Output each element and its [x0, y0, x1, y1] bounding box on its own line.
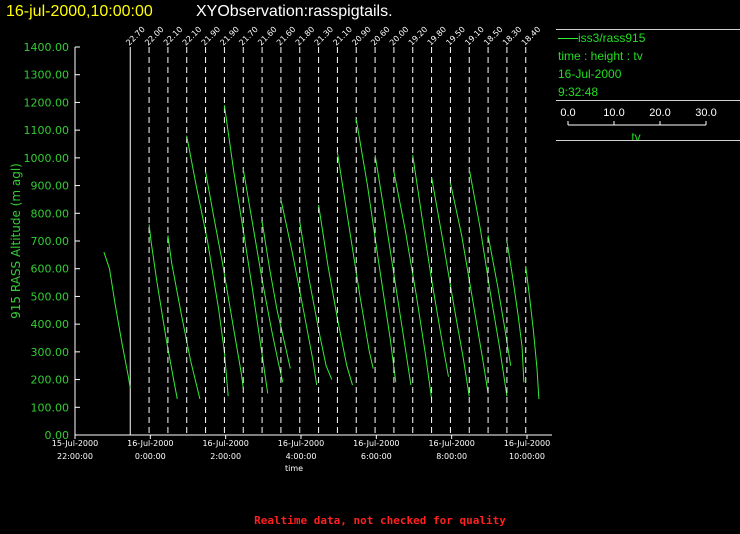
profile-trace — [525, 265, 540, 400]
profile-value-label: 20.90 — [350, 25, 373, 48]
y-tick-label: 300.00 — [31, 346, 70, 359]
profile-value-label: 21.90 — [218, 25, 241, 48]
x-tick-date-label: 16-Jul-2000 — [127, 439, 173, 448]
profile-value-label: 21.60 — [256, 25, 279, 48]
x-tick-date-label: 16-Jul-2000 — [428, 439, 474, 448]
profile-trace — [393, 171, 433, 400]
legend-divider-bottom — [556, 140, 740, 141]
profile-value-label: 18.40 — [520, 25, 543, 48]
profile-trace — [412, 155, 449, 377]
profile-trace — [299, 221, 333, 380]
y-tick-label: 1200.00 — [24, 96, 70, 109]
legend-scale-tick-label: 30.0 — [695, 107, 717, 119]
profile-trace — [186, 135, 229, 397]
y-tick-label: 100.00 — [31, 401, 70, 414]
profile-value-label: 22.10 — [181, 25, 204, 48]
profile-trace — [506, 240, 525, 383]
x-tick-date-label: 16-Jul-2000 — [202, 439, 248, 448]
profile-value-label: 22.00 — [143, 25, 166, 48]
profile-value-label: 19.20 — [407, 25, 430, 48]
x-axis-label: time — [285, 464, 303, 473]
profile-trace — [318, 204, 353, 386]
x-tick-date-label: 16-Jul-2000 — [278, 439, 324, 448]
legend-time: 9:32:48 — [558, 85, 599, 99]
y-axis-label: 915 RASS Altitude (m agl) — [9, 163, 23, 319]
profile-value-label: 21.10 — [331, 25, 354, 48]
profile-value-label: 19.10 — [463, 25, 486, 48]
legend-axes: time : height : tv — [558, 49, 643, 63]
profile-trace — [242, 168, 284, 383]
quality-warning: Realtime data, not checked for quality — [254, 514, 506, 527]
profile-trace — [148, 224, 178, 400]
profile-trace — [374, 155, 412, 386]
y-tick-label: 200.00 — [31, 374, 70, 387]
x-tick-time-label: 4:00:00 — [286, 452, 317, 461]
profile-value-label: 21.80 — [294, 25, 317, 48]
x-tick-time-label: 10:00:00 — [509, 452, 545, 461]
x-tick-date-label: 16-Jul-2000 — [353, 439, 399, 448]
profile-trace — [223, 105, 269, 394]
legend-divider-top — [556, 29, 740, 30]
legend-scale-tick-label: 10.0 — [603, 107, 625, 119]
profile-value-label: 19.50 — [444, 25, 467, 48]
x-tick-time-label: 8:00:00 — [436, 452, 467, 461]
chart-window: 16-jul-2000,10:00:00 XYObservation:rassp… — [0, 0, 740, 534]
profile-value-label: 18.30 — [501, 25, 524, 48]
x-tick-date-label: 15-Jul-2000 — [52, 439, 98, 448]
legend-scale-label: tv — [631, 130, 641, 144]
profile-value-label: 21.90 — [200, 25, 223, 48]
y-tick-label: 700.00 — [31, 235, 70, 248]
profile-value-label: 20.60 — [369, 25, 392, 48]
legend-series: iss3/rass915 — [558, 31, 645, 45]
y-tick-label: 600.00 — [31, 263, 70, 276]
profile-trace — [261, 221, 291, 369]
x-tick-time-label: 0:00:00 — [135, 452, 166, 461]
y-tick-label: 1400.00 — [24, 41, 70, 54]
y-tick-label: 800.00 — [31, 207, 70, 220]
profile-value-label: 18.50 — [482, 25, 505, 48]
profile-value-label: 21.70 — [237, 25, 260, 48]
profile-value-label: 21.30 — [313, 25, 336, 48]
profile-value-label: 21.60 — [275, 25, 298, 48]
legend-scale-tick-label: 20.0 — [649, 107, 671, 119]
legend-divider-mid — [556, 100, 740, 101]
y-tick-label: 400.00 — [31, 318, 70, 331]
legend-scale-tick-label: 0.0 — [560, 107, 576, 119]
x-tick-time-label: 2:00:00 — [210, 452, 241, 461]
legend-line-swatch — [558, 38, 578, 40]
profile-value-label: 22.70 — [124, 25, 147, 48]
x-tick-time-label: 22:00:00 — [57, 452, 93, 461]
profile-value-label: 22.10 — [162, 25, 185, 48]
y-tick-label: 1000.00 — [24, 152, 70, 165]
y-tick-label: 1300.00 — [24, 69, 70, 82]
profile-trace — [103, 251, 131, 388]
legend-scale-bar — [567, 121, 707, 126]
rass-pigtail-plot: 0.00100.00200.00300.00400.00500.00600.00… — [9, 25, 552, 473]
profile-value-label: 19.80 — [426, 25, 449, 48]
y-tick-label: 500.00 — [31, 290, 70, 303]
profile-value-label: 20.00 — [388, 25, 411, 48]
x-tick-date-label: 16-Jul-2000 — [504, 439, 550, 448]
y-tick-label: 900.00 — [31, 180, 70, 193]
x-tick-time-label: 6:00:00 — [361, 452, 392, 461]
legend-date: 16-Jul-2000 — [558, 67, 622, 81]
y-tick-label: 1100.00 — [24, 124, 70, 137]
